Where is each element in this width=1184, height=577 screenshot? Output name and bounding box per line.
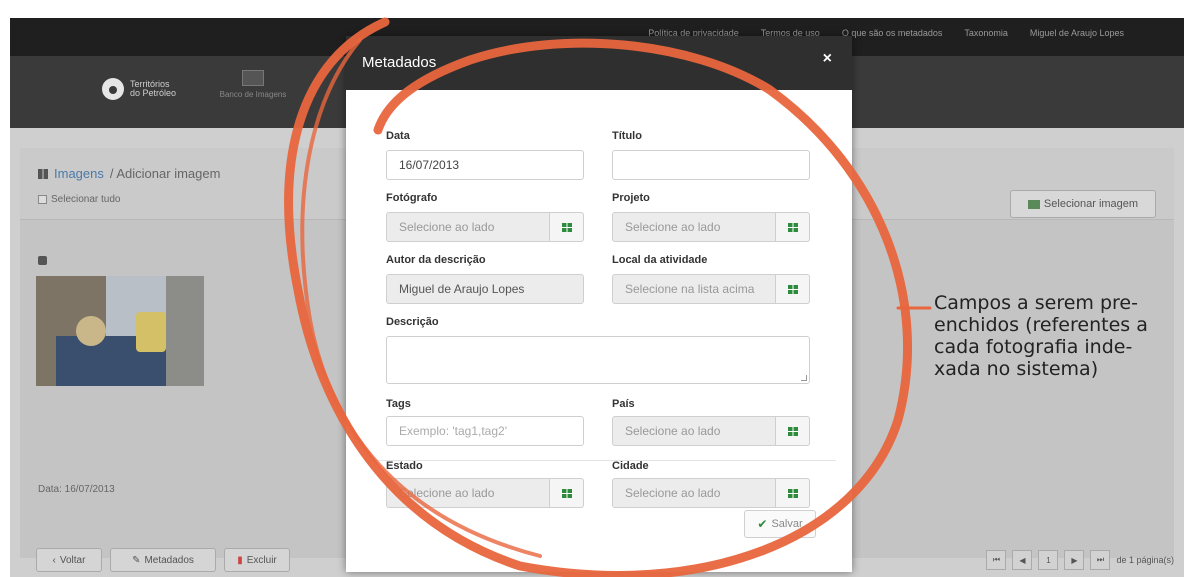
back-label: Voltar — [59, 554, 86, 566]
picture-icon — [1027, 199, 1040, 209]
select-all-label: Selecionar tudo — [51, 194, 121, 205]
title-label: Título — [612, 130, 642, 142]
select-image-button[interactable]: Selecionar imagem — [1010, 190, 1156, 218]
next-page-icon[interactable]: ▶ — [1064, 550, 1085, 570]
edit-icon: ✎ — [132, 554, 141, 566]
breadcrumb: Imagens / Adicionar imagem — [38, 166, 220, 181]
delete-button[interactable]: ▮ Excluir — [224, 548, 290, 572]
close-icon[interactable]: × — [823, 50, 832, 68]
modal-header: Metadados × — [346, 36, 852, 90]
select-all-checkbox[interactable] — [38, 195, 47, 204]
save-label: Salvar — [771, 518, 803, 530]
back-button[interactable]: ‹ Voltar — [36, 548, 102, 572]
trash-icon: ▮ — [237, 554, 243, 566]
table-icon — [561, 488, 572, 498]
title-field[interactable] — [612, 150, 810, 180]
screenshot-figure: Política de privacidade Termos de uso O … — [0, 0, 1184, 577]
author-label: Autor da descrição — [386, 254, 486, 266]
site-logo[interactable]: Territórios do Petróleo — [102, 78, 176, 100]
image-date: Data: 16/07/2013 — [38, 484, 115, 495]
metadata-button[interactable]: ✎ Metadados — [110, 548, 216, 572]
state-label: Estado — [386, 460, 423, 472]
first-page-icon[interactable]: ⏮ — [986, 550, 1007, 570]
date-field[interactable]: 16/07/2013 — [386, 150, 584, 180]
grid-icon — [38, 168, 48, 179]
check-icon: ✔ — [757, 517, 768, 531]
table-icon — [787, 426, 798, 436]
tags-label: Tags — [386, 398, 411, 410]
state-picker-button[interactable] — [550, 478, 584, 508]
pagination: ⏮ ◀ 1 ▶ ⏭ de 1 página(s) — [986, 550, 1174, 570]
project-label: Projeto — [612, 192, 650, 204]
city-field[interactable]: Selecione ao lado — [612, 478, 776, 508]
table-icon — [787, 222, 798, 232]
project-picker-button[interactable] — [776, 212, 810, 242]
activity-location-picker-button[interactable] — [776, 274, 810, 304]
photographer-field[interactable]: Selecione ao lado — [386, 212, 550, 242]
tags-field[interactable]: Exemplo: 'tag1,tag2' — [386, 416, 584, 446]
prev-page-icon[interactable]: ◀ — [1012, 550, 1033, 570]
modal-title: Metadados — [362, 54, 437, 71]
description-label: Descrição — [386, 316, 439, 328]
photographer-picker-button[interactable] — [550, 212, 584, 242]
page-number[interactable]: 1 — [1038, 550, 1059, 570]
image-checkbox[interactable] — [38, 256, 47, 265]
breadcrumb-images-link[interactable]: Imagens — [54, 166, 104, 181]
table-icon — [787, 488, 798, 498]
select-image-label: Selecionar imagem — [1043, 198, 1139, 210]
project-field[interactable]: Selecione ao lado — [612, 212, 776, 242]
last-page-icon[interactable]: ⏭ — [1090, 550, 1111, 570]
city-picker-button[interactable] — [776, 478, 810, 508]
table-icon — [561, 222, 572, 232]
activity-location-label: Local da atividade — [612, 254, 708, 266]
save-button[interactable]: ✔ Salvar — [744, 510, 816, 538]
metadata-modal: Metadados × Data 16/07/2013 Título Fotóg… — [346, 36, 852, 572]
divider — [366, 460, 836, 461]
select-all[interactable]: Selecionar tudo — [38, 194, 121, 205]
description-textarea[interactable] — [386, 336, 810, 384]
breadcrumb-current: / Adicionar imagem — [109, 166, 221, 181]
annotation-text: Campos a serem pre- enchidos (referentes… — [934, 292, 1148, 380]
state-field[interactable]: Selecione ao lado — [386, 478, 550, 508]
date-label: Data — [386, 130, 410, 142]
logo-line-2: do Petróleo — [130, 88, 177, 98]
nav-image-bank[interactable]: Banco de Imagens — [208, 70, 298, 99]
nav-taxonomy-link[interactable]: Taxonomia — [964, 28, 1008, 38]
photographer-label: Fotógrafo — [386, 192, 438, 204]
image-bank-label: Banco de Imagens — [219, 90, 287, 99]
resize-grip-icon[interactable] — [801, 375, 807, 381]
chevron-left-icon: ‹ — [52, 554, 56, 566]
image-thumbnail[interactable] — [36, 276, 204, 386]
nav-metadata-link[interactable]: O que são os metadados — [842, 28, 943, 38]
country-picker-button[interactable] — [776, 416, 810, 446]
metadata-label: Metadados — [144, 554, 194, 566]
nav-user-menu[interactable]: Miguel de Araujo Lopes — [1030, 28, 1124, 38]
author-field: Miguel de Araujo Lopes — [386, 274, 584, 304]
page-count-label: de 1 página(s) — [1116, 555, 1174, 565]
country-field[interactable]: Selecione ao lado — [612, 416, 776, 446]
city-label: Cidade — [612, 460, 649, 472]
country-label: País — [612, 398, 635, 410]
drop-logo-icon — [102, 78, 124, 100]
table-icon — [787, 284, 798, 294]
activity-location-field[interactable]: Selecione na lista acima — [612, 274, 776, 304]
image-icon — [242, 70, 264, 86]
delete-label: Excluir — [246, 554, 277, 566]
